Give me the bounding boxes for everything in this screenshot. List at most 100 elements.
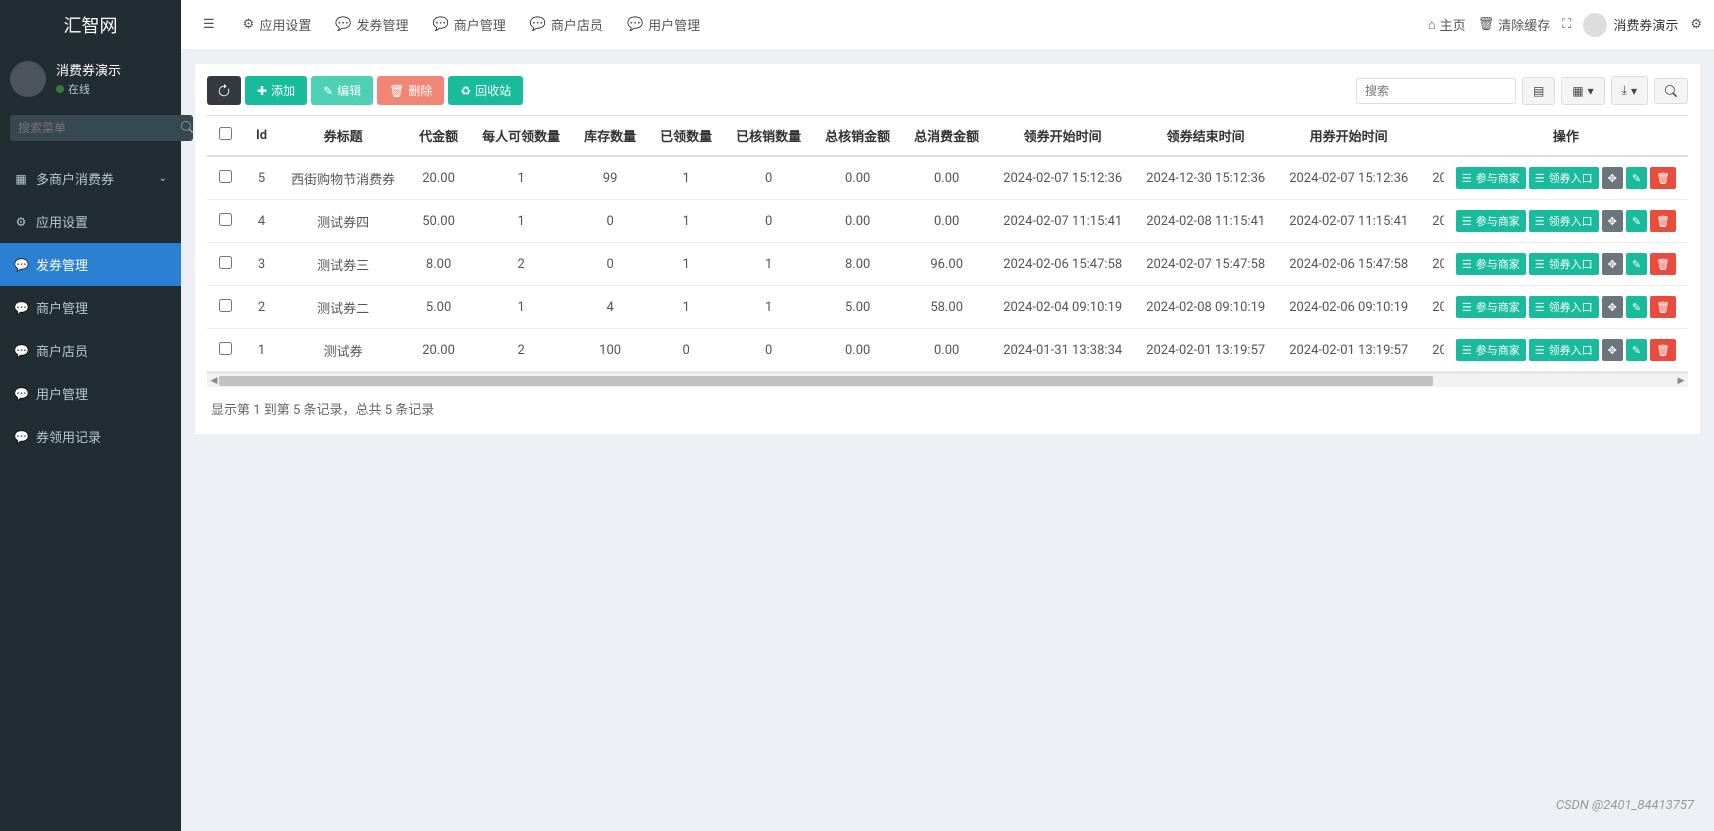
entry-button[interactable]: ☰ 领券入口 <box>1529 339 1599 361</box>
gear-icon: ⚙ <box>243 17 255 32</box>
select-all-checkbox[interactable] <box>219 127 232 140</box>
col-verified[interactable]: 已核销数量 <box>724 116 813 156</box>
toggle-view-button[interactable]: ▤ <box>1522 77 1555 105</box>
table-search-input[interactable] <box>1356 78 1516 104</box>
col-verify-amount[interactable]: 总核销金额 <box>813 116 902 156</box>
tab-app-settings[interactable]: ⚙应用设置 <box>233 9 322 40</box>
row-delete-button[interactable]: 🗑 <box>1650 339 1676 361</box>
main-area: ☰ ⚙应用设置 💬发券管理 💬商户管理 💬商户店员 💬用户管理 ⌂主页 🗑清除缓… <box>181 0 1714 831</box>
col-recv-end[interactable]: 领券结束时间 <box>1134 116 1277 156</box>
pencil-icon: ✎ <box>1632 344 1641 357</box>
horizontal-scrollbar[interactable]: ◀ ▶ <box>207 373 1688 387</box>
fullscreen-button[interactable]: ⛶ <box>1562 17 1571 32</box>
cell-verified: 1 <box>724 286 813 329</box>
col-per-person[interactable]: 每人可领数量 <box>470 116 572 156</box>
row-edit-button[interactable]: ✎ <box>1626 339 1647 361</box>
comment-icon: 💬 <box>14 258 28 272</box>
scroll-right-icon[interactable]: ▶ <box>1674 374 1688 388</box>
col-id[interactable]: Id <box>244 116 279 156</box>
tab-user-manage[interactable]: 💬用户管理 <box>617 9 710 40</box>
expand-icon: ⛶ <box>1562 17 1571 32</box>
home-link[interactable]: ⌂主页 <box>1428 15 1466 34</box>
tab-merchant-staff[interactable]: 💬商户店员 <box>520 9 613 40</box>
row-drag-button[interactable]: ✥ <box>1602 167 1623 189</box>
merchants-button[interactable]: ☰ 参与商家 <box>1456 339 1526 361</box>
row-edit-button[interactable]: ✎ <box>1626 253 1647 275</box>
recycle-button[interactable]: ♻回收站 <box>448 76 523 105</box>
row-delete-button[interactable]: 🗑 <box>1650 253 1676 275</box>
row-checkbox[interactable] <box>219 299 232 312</box>
cell-recv-end: 2024-02-01 13:19:57 <box>1134 329 1277 372</box>
cell-use-start: 2024-02-07 11:15:41 <box>1277 200 1420 243</box>
export-button[interactable]: ⤓ ▾ <box>1611 76 1648 105</box>
merchants-button[interactable]: ☰ 参与商家 <box>1456 167 1526 189</box>
col-title[interactable]: 券标题 <box>279 116 407 156</box>
sidebar-search-input[interactable] <box>10 115 181 141</box>
clear-cache-link[interactable]: 🗑清除缓存 <box>1478 15 1551 34</box>
row-checkbox[interactable] <box>219 256 232 269</box>
col-consume-amount[interactable]: 总消费金额 <box>902 116 991 156</box>
avatar <box>10 61 46 97</box>
cogs-icon: ⚙ <box>1690 17 1702 32</box>
cell-actions: ☰ 参与商家 ☰ 领券入口 ✥ ✎ 🗑 <box>1444 329 1688 372</box>
cell-verify-amount: 0.00 <box>813 329 902 372</box>
move-icon: ✥ <box>1608 301 1617 314</box>
list-icon: ☰ <box>1462 344 1472 357</box>
row-checkbox[interactable] <box>219 170 232 183</box>
sidebar-item-merchant-manage[interactable]: 💬商户管理 <box>0 286 181 329</box>
settings-button[interactable]: ⚙ <box>1690 17 1702 32</box>
sidebar-item-coupon-manage[interactable]: 💬发券管理 <box>0 243 181 286</box>
row-delete-button[interactable]: 🗑 <box>1650 296 1676 318</box>
tab-coupon-manage[interactable]: 💬发券管理 <box>325 9 418 40</box>
cell-title: 测试券三 <box>279 243 407 286</box>
row-delete-button[interactable]: 🗑 <box>1650 167 1676 189</box>
comment-icon: 💬 <box>14 344 28 358</box>
sidebar-item-coupon-records[interactable]: 💬券领用记录 <box>0 415 181 458</box>
add-button[interactable]: ✚添加 <box>245 76 307 105</box>
row-edit-button[interactable]: ✎ <box>1626 167 1647 189</box>
cell-id: 2 <box>244 286 279 329</box>
columns-button[interactable]: ▦ ▾ <box>1561 77 1604 105</box>
col-recv-start[interactable]: 领券开始时间 <box>991 116 1134 156</box>
col-use-start[interactable]: 用券开始时间 <box>1277 116 1420 156</box>
row-checkbox[interactable] <box>219 213 232 226</box>
sidebar-toggle-button[interactable]: ☰ <box>193 11 225 38</box>
sidebar-item-merchant-staff[interactable]: 💬商户店员 <box>0 329 181 372</box>
row-delete-button[interactable]: 🗑 <box>1650 210 1676 232</box>
entry-button[interactable]: ☰ 领券入口 <box>1529 167 1599 189</box>
col-stock[interactable]: 库存数量 <box>572 116 648 156</box>
refresh-button[interactable] <box>207 76 241 105</box>
plus-icon: ✚ <box>257 84 267 98</box>
col-amount[interactable]: 代金额 <box>407 116 470 156</box>
trash-icon: 🗑 <box>1656 172 1670 185</box>
cell-actions: ☰ 参与商家 ☰ 领券入口 ✥ ✎ 🗑 <box>1444 156 1688 200</box>
scrollbar-thumb[interactable] <box>219 376 1433 386</box>
row-checkbox[interactable] <box>219 342 232 355</box>
edit-button[interactable]: ✎编辑 <box>311 76 373 105</box>
row-drag-button[interactable]: ✥ <box>1602 253 1623 275</box>
common-search-button[interactable] <box>1654 78 1688 104</box>
entry-button[interactable]: ☰ 领券入口 <box>1529 210 1599 232</box>
merchants-button[interactable]: ☰ 参与商家 <box>1456 210 1526 232</box>
header-user[interactable]: 消费券演示 <box>1583 13 1678 37</box>
entry-button[interactable]: ☰ 领券入口 <box>1529 296 1599 318</box>
table-row: 5 西街购物节消费券 20.00 1 99 1 0 0.00 0.00 2024… <box>207 156 1688 200</box>
row-drag-button[interactable]: ✥ <box>1602 296 1623 318</box>
row-drag-button[interactable]: ✥ <box>1602 210 1623 232</box>
header: ☰ ⚙应用设置 💬发券管理 💬商户管理 💬商户店员 💬用户管理 ⌂主页 🗑清除缓… <box>181 0 1714 50</box>
pencil-icon: ✎ <box>1632 215 1641 228</box>
list-icon: ☰ <box>1462 258 1472 271</box>
entry-button[interactable]: ☰ 领券入口 <box>1529 253 1599 275</box>
sidebar-item-coupon-group[interactable]: ▦多商户消费券⌄ <box>0 157 181 200</box>
merchants-button[interactable]: ☰ 参与商家 <box>1456 296 1526 318</box>
cell-consume-amount: 0.00 <box>902 329 991 372</box>
delete-button[interactable]: 🗑删除 <box>377 76 444 105</box>
row-drag-button[interactable]: ✥ <box>1602 339 1623 361</box>
tab-merchant-manage[interactable]: 💬商户管理 <box>423 9 516 40</box>
sidebar-item-app-settings[interactable]: ⚙应用设置 <box>0 200 181 243</box>
row-edit-button[interactable]: ✎ <box>1626 210 1647 232</box>
row-edit-button[interactable]: ✎ <box>1626 296 1647 318</box>
merchants-button[interactable]: ☰ 参与商家 <box>1456 253 1526 275</box>
col-received[interactable]: 已领数量 <box>648 116 724 156</box>
sidebar-item-user-manage[interactable]: 💬用户管理 <box>0 372 181 415</box>
